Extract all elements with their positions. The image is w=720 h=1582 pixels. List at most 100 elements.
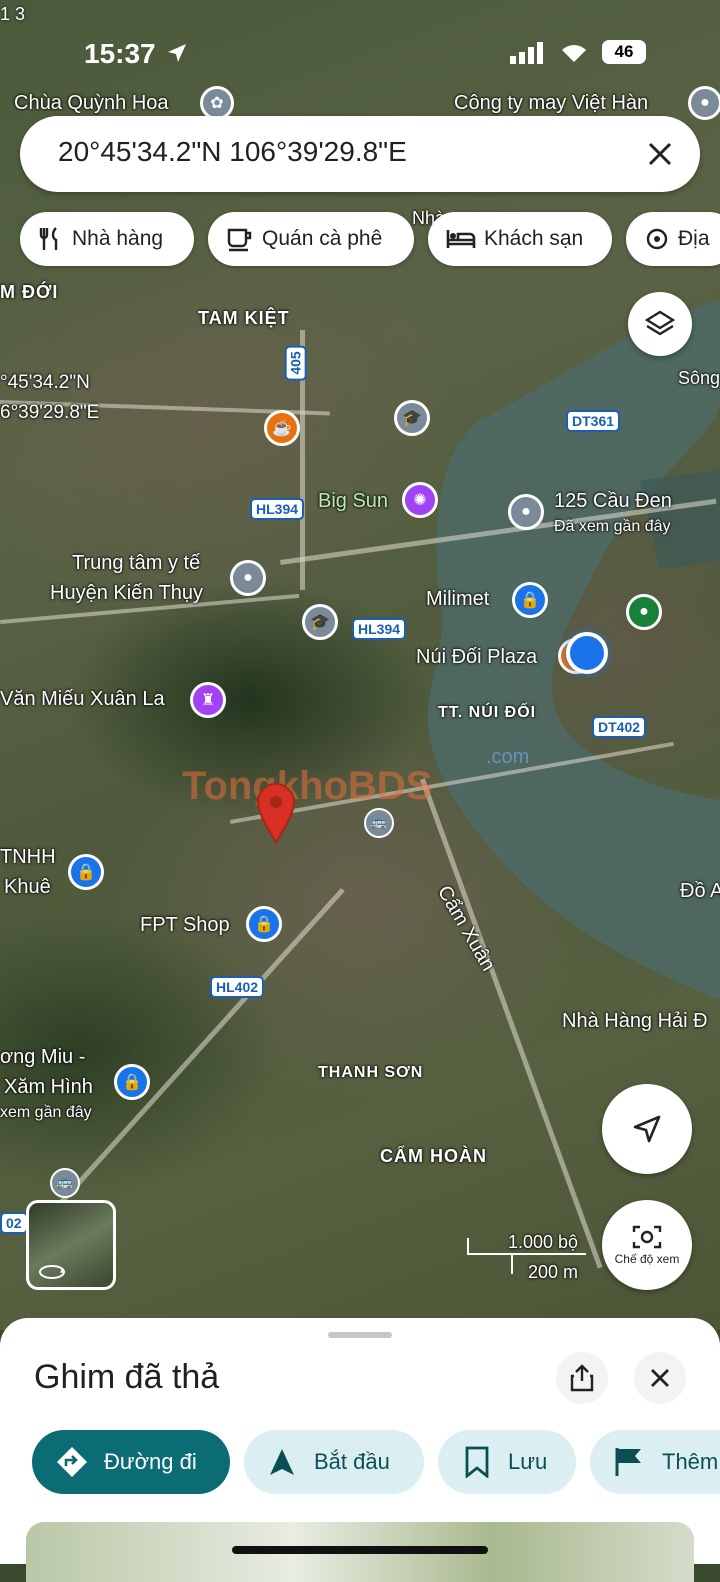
label-tt-nuidoi: TT. NÚI ĐỐI [438,704,537,721]
bus-stop-2-icon[interactable]: 🚌 [50,1168,80,1198]
road-shield-02: 02 [0,1212,28,1234]
label-tamkiet: TAM KIỆT [198,308,290,328]
navigation-arrow-icon [270,1449,294,1475]
status-bar: 1 3 15:37 46 [0,0,720,100]
label-nhahang: Nhà Hàng Hải Đ [562,1010,708,1032]
start-button[interactable]: Bắt đầu [244,1430,424,1494]
directions-icon [57,1447,87,1477]
place-pin-caude[interactable]: ● [508,494,544,530]
recenter-button[interactable] [602,1084,692,1174]
chip-cafes[interactable]: Quán cà phê [208,212,414,266]
status-time: 15:37 [84,38,156,69]
place-sheet[interactable]: Ghim đã thả Đường đi Bắt đầu Lưu Thêm [0,1318,720,1582]
restaurant-icon [39,227,58,250]
label-congty: Công ty may Việt Hàn [454,92,649,114]
school-pin-icon[interactable]: 🎓 [394,400,430,436]
label-song: Sông [678,368,720,388]
layers-button[interactable] [628,292,692,356]
chip-hotels[interactable]: Khách sạn [428,212,612,266]
label-mdoi: M ĐỚI [0,282,59,302]
hotel-icon [446,230,476,248]
label-chua: Chùa Quỳnh Hoa [14,92,169,114]
save-button[interactable]: Lưu [438,1430,576,1494]
coffee-icon [227,228,252,252]
action-label: Bắt đầu [314,1449,390,1474]
watermark: TongkhoBDS [182,764,433,808]
scale-meters: 200 m [528,1262,579,1282]
chip-label: Nhà hàng [72,227,164,250]
label-coord-lat: °45'34.2"N [0,372,90,393]
landmark-pin-icon[interactable]: ♜ [190,682,226,718]
shopping-pin-milimet-icon[interactable]: 🔒 [512,582,548,618]
chip-label: Địa [678,227,710,250]
road-shield-dt361: DT361 [566,410,621,432]
place-pin-congty[interactable]: ● [688,86,720,120]
label-caude: 125 Cầu Đen [554,490,672,512]
scale-feet: 1.000 bộ [508,1232,579,1252]
action-label: Thêm [662,1449,719,1474]
school-pin-2-icon[interactable]: 🎓 [302,604,338,640]
chip-label: Khách sạn [484,227,584,250]
camera-scan-icon [632,1225,662,1249]
close-icon[interactable] [646,140,674,168]
label-coord-lng: 6°39'29.8"E [0,402,100,423]
road-shield-hl402: HL402 [210,976,265,998]
label-do: Đồ A [680,880,720,902]
directions-button[interactable]: Đường đi [32,1430,230,1494]
coffee-pin-icon[interactable]: ☕ [264,410,300,446]
bus-stop-icon[interactable]: 🚌 [364,808,394,838]
label-milimet: Milimet [426,588,490,610]
bigsun-pin-icon[interactable]: ✺ [402,482,438,518]
battery-indicator: 46 [602,40,646,64]
watermark-com: .com [486,746,530,768]
signal-icon [510,42,543,64]
navigation-icon [633,1115,661,1143]
label-caude-sub: Đã xem gần đây [554,518,671,535]
road-shield-405: 405 [284,345,307,381]
flag-icon [615,1448,641,1476]
status-corner: 1 3 [0,4,26,24]
share-button[interactable] [556,1352,608,1404]
shopping-pin-khue-icon[interactable]: 🔒 [68,854,104,890]
road-shield-hl394-b: HL394 [352,618,407,640]
sheet-handle[interactable] [328,1332,392,1338]
attraction-icon [646,228,668,250]
chip-label: Quán cà phê [262,227,383,250]
dropped-pin-icon[interactable] [254,782,298,844]
share-icon [570,1364,594,1392]
chip-restaurants[interactable]: Nhà hàng [20,212,194,266]
layers-icon [645,310,675,336]
place-pin-green[interactable]: ● [626,594,662,630]
label-tnhh: TNHH [0,846,56,868]
more-button[interactable]: Thêm [590,1430,720,1494]
location-arrow-icon [168,44,186,62]
close-icon [651,1369,669,1387]
label-bigsun: Big Sun [318,490,389,512]
label-miu-2: Xăm Hình [4,1076,93,1098]
place-pin-trungtam[interactable]: ● [230,560,266,596]
label-camhoan: CẨM HOÀN [380,1146,487,1166]
place-pin-chua[interactable]: ✿ [200,86,234,120]
view-mode-label: Chế độ xem [614,1252,680,1266]
map-view[interactable]: 1 3 15:37 46 Chùa Quỳnh Hoa ✿ Công ty ma… [0,0,720,1330]
street-view-thumbnail[interactable] [26,1200,116,1290]
label-trungtam-1: Trung tâm y tế [72,552,201,574]
chip-attractions[interactable]: Địa [626,212,720,266]
label-vanmieu: Văn Miếu Xuân La [0,688,165,710]
label-trungtam-2: Huyện Kiến Thụy [50,582,204,604]
search-coordinates[interactable]: 20°45'34.2"N 106°39'29.8"E [58,136,407,168]
my-location-dot[interactable] [566,632,608,674]
search-bar[interactable]: 20°45'34.2"N 106°39'29.8"E [20,116,700,192]
action-label: Đường đi [104,1449,197,1474]
shopping-pin-miu-icon[interactable]: 🔒 [114,1064,150,1100]
label-nuidoi-plaza: Núi Đối Plaza [416,646,538,668]
shopping-pin-fpt-icon[interactable]: 🔒 [246,906,282,942]
label-miu-3: xem gần đây [0,1104,92,1121]
road-shield-dt402: DT402 [592,716,647,738]
bookmark-icon [465,1446,489,1478]
rotate-360-icon [39,1265,65,1279]
label-miu-1: ơng Miu - [0,1046,86,1068]
view-mode-button[interactable]: Chế độ xem [602,1200,692,1290]
sheet-close-button[interactable] [634,1352,686,1404]
road-shield-hl394-a: HL394 [250,498,305,520]
